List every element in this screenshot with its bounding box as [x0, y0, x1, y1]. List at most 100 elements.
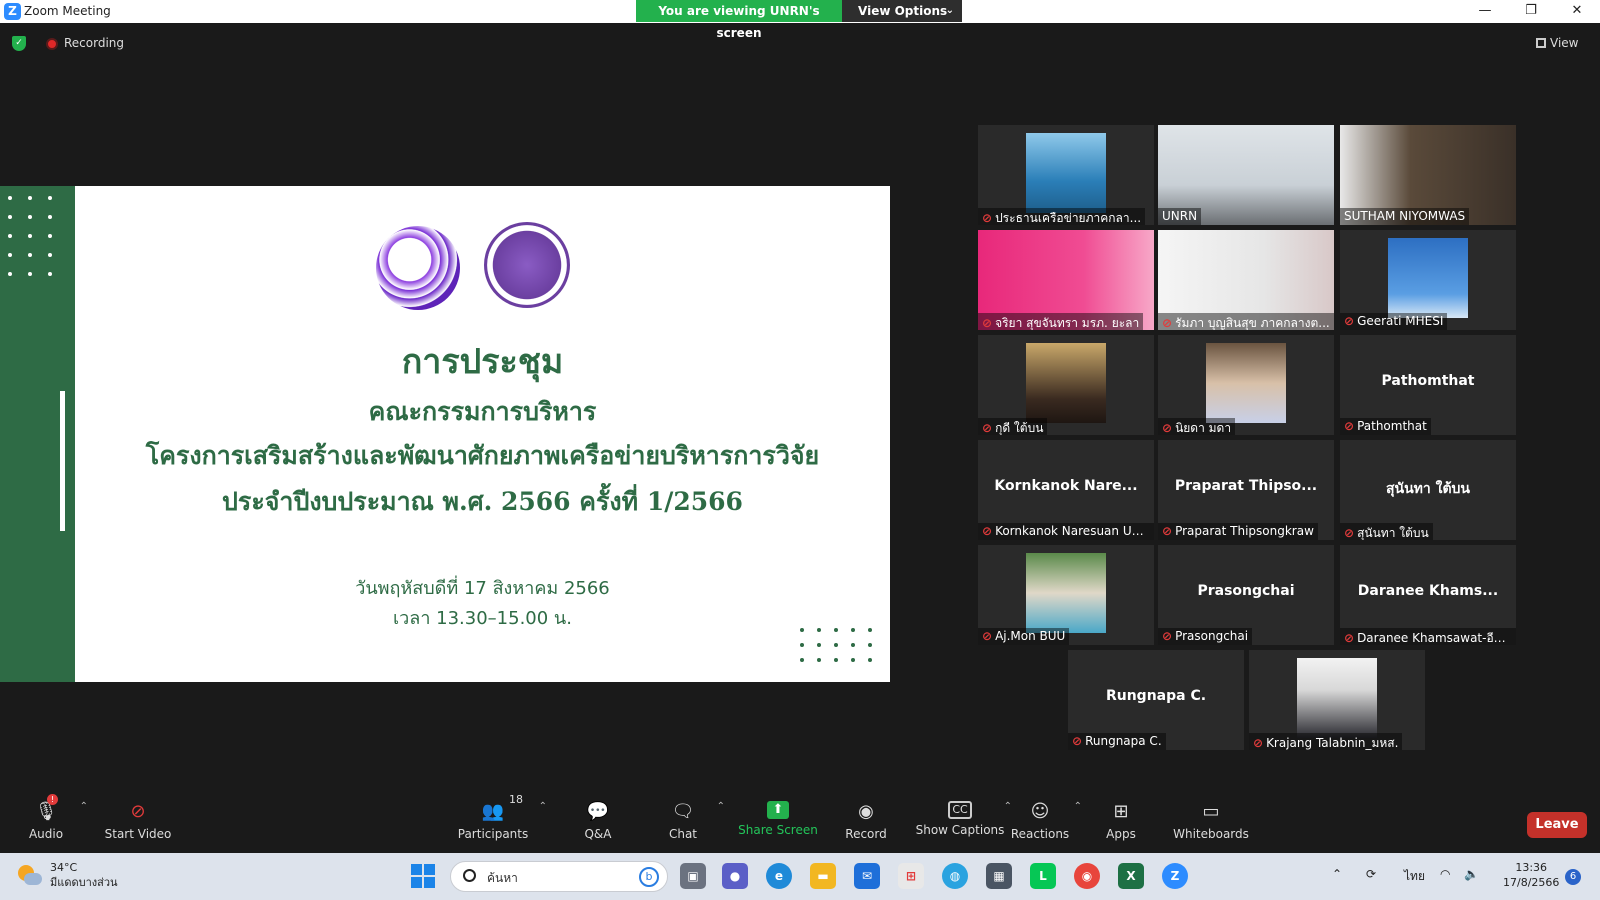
calculator-icon[interactable]: ▦	[986, 863, 1012, 889]
chevron-up-icon[interactable]: ⌃	[80, 801, 88, 812]
chat-icon: 🗨	[671, 801, 695, 822]
participant-video	[1388, 238, 1468, 318]
file-explorer-icon[interactable]: ▬	[810, 863, 836, 889]
muted-mic-icon: ⊘	[1344, 419, 1355, 433]
wifi-icon[interactable]: ◠	[1440, 867, 1450, 881]
volume-icon[interactable]: 🔈	[1464, 867, 1479, 881]
participants-button[interactable]: 👥 Participants 18 ⌃	[453, 793, 547, 841]
close-button[interactable]: ✕	[1554, 0, 1600, 23]
participant-tile[interactable]: ⊘ ประธานเครือข่ายภาคกลา...	[978, 125, 1154, 225]
participant-tile[interactable]: SUTHAM NIYOMWAS	[1340, 125, 1516, 225]
participant-tile[interactable]: ⊘ จริยา สุขจันทรา มรภ. ยะลา	[978, 230, 1154, 330]
participant-tile[interactable]: Praparat Thipso... ⊘ Praparat Thipsongkra…	[1158, 440, 1334, 540]
slide-accent-line	[60, 391, 65, 531]
participant-name: ⊘ Krajang Talabnin_มหส.	[1249, 733, 1403, 750]
muted-mic-icon: ⊘	[982, 524, 993, 538]
participant-tile[interactable]: Rungnapa C. ⊘ Rungnapa C.	[1068, 650, 1244, 750]
line-app-icon[interactable]: L	[1030, 863, 1056, 889]
view-options-label: View Options	[858, 4, 948, 18]
windows-start-icon[interactable]	[410, 863, 436, 889]
zoom-taskbar-icon[interactable]: Z	[1162, 863, 1188, 889]
microsoft-store-icon[interactable]: ⊞	[898, 863, 924, 889]
muted-mic-icon: ⊘	[1162, 421, 1173, 435]
teams-chat-icon[interactable]: ●	[722, 863, 748, 889]
view-button[interactable]: View	[1536, 36, 1578, 50]
participants-label: Participants	[457, 827, 529, 841]
window-title: Zoom Meeting	[24, 4, 111, 18]
participant-name: ⊘ จริยา สุขจันทรา มรภ. ยะลา	[978, 313, 1144, 330]
chevron-up-icon[interactable]: ⌃	[1332, 867, 1342, 881]
muted-mic-icon: ⊘	[1253, 736, 1264, 750]
apps-icon: ⊞	[1113, 801, 1129, 822]
participant-tile[interactable]: ⊘ Geerati MHESI	[1340, 230, 1516, 330]
encryption-shield-icon[interactable]: ✓	[12, 36, 26, 51]
start-video-button[interactable]: ⊘ Start Video	[98, 795, 178, 841]
taskbar-clock[interactable]: 13:36 17/8/2566	[1503, 860, 1559, 890]
view-options-button[interactable]: View Options ⌄	[842, 0, 962, 22]
participant-count: 18	[509, 793, 523, 806]
record-label: Record	[845, 827, 887, 841]
ministry-seal-logo	[484, 222, 570, 308]
leave-button[interactable]: Leave	[1527, 812, 1587, 838]
whiteboards-button[interactable]: ▭ Whiteboards	[1168, 795, 1254, 841]
windows-taskbar: 34°C มีแดดบางส่วน ค้นหา b ▣ ● e ▬ ✉ ⊞ ◍ …	[0, 853, 1600, 900]
apps-button[interactable]: ⊞ Apps	[1081, 795, 1161, 841]
chat-label: Chat	[668, 827, 698, 841]
participant-tile[interactable]: Pathomthat ⊘ Pathomthat	[1340, 335, 1516, 435]
participant-display-name: Rungnapa C.	[1105, 688, 1207, 704]
notification-badge[interactable]: 6	[1565, 869, 1581, 885]
reactions-button[interactable]: ☺ Reactions ⌃	[1000, 795, 1082, 841]
participant-display-name: Praparat Thipso...	[1174, 478, 1318, 494]
excel-icon[interactable]: X	[1118, 863, 1144, 889]
muted-mic-icon: ⊘	[982, 421, 993, 435]
participant-tile[interactable]: สุนันทา ใต้บน ⊘ สุนันทา ใต้บน	[1340, 440, 1516, 540]
internet-globe-icon[interactable]: ◍	[942, 863, 968, 889]
edge-browser-icon[interactable]: e	[766, 863, 792, 889]
qa-button[interactable]: 💬 Q&A	[558, 795, 638, 841]
participant-tile[interactable]: ⊘ นิยดา มดา	[1158, 335, 1334, 435]
show-captions-label: Show Captions	[915, 823, 1005, 837]
participant-tile[interactable]: Kornkanok Nare... ⊘ Kornkanok Naresuan Un…	[978, 440, 1154, 540]
captions-cc-icon: CC	[948, 801, 972, 819]
participant-tile[interactable]: Daranee Khams... ⊘ Daranee Khamsawat-อีส.…	[1340, 545, 1516, 645]
task-view-icon[interactable]: ▣	[680, 863, 706, 889]
chevron-up-icon[interactable]: ⌃	[717, 801, 725, 812]
sync-icon[interactable]: ⟳	[1366, 867, 1376, 881]
participant-tile[interactable]: ⊘ Krajang Talabnin_มหส.	[1249, 650, 1425, 750]
chevron-up-icon[interactable]: ⌃	[539, 801, 547, 812]
participant-tile[interactable]: UNRN	[1158, 125, 1334, 225]
input-language[interactable]: ไทย	[1404, 867, 1425, 886]
clock-time: 13:36	[1515, 861, 1548, 874]
participant-tile[interactable]: ⊘ Aj.Mon BUU	[978, 545, 1154, 645]
record-icon: ◉	[858, 801, 874, 822]
mail-icon[interactable]: ✉	[854, 863, 880, 889]
participant-video	[1026, 553, 1106, 633]
muted-mic-icon: ⊘	[1072, 734, 1083, 748]
chat-button[interactable]: 🗨 Chat ⌃	[643, 795, 725, 841]
share-screen-button[interactable]: ⬆ Share Screen	[738, 795, 818, 837]
share-banner: You are viewing UNRN's screen View Optio…	[636, 0, 962, 40]
participant-name: ⊘ รัมภา บุญสินสุข ภาคกลางต...	[1158, 313, 1334, 330]
reactions-label: Reactions	[1010, 827, 1070, 841]
audio-button[interactable]: 🎙 Audio ! ⌃	[6, 794, 88, 841]
show-captions-button[interactable]: CC Show Captions ⌃	[912, 795, 1012, 837]
microphone-icon: 🎙	[34, 801, 58, 822]
participant-tile[interactable]: Prasongchai ⊘ Prasongchai	[1158, 545, 1334, 645]
minimize-button[interactable]: —	[1462, 0, 1508, 23]
slide-subtitle: โครงการเสริมสร้างและพัฒนาศักยภาพเครือข่า…	[145, 441, 820, 470]
record-button[interactable]: ◉ Record	[826, 795, 906, 841]
meeting-toolbar: 🎙 Audio ! ⌃ ⊘ Start Video 👥 Participants…	[0, 793, 1600, 855]
participant-video	[1026, 343, 1106, 423]
participant-tile[interactable]: ⊘ รัมภา บุญสินสุข ภาคกลางต...	[1158, 230, 1334, 330]
bing-icon[interactable]: b	[639, 867, 659, 887]
recording-label: Recording	[64, 36, 125, 50]
chrome-browser-icon[interactable]: ◉	[1074, 863, 1100, 889]
participant-tile[interactable]: ⊘ กุดี ใต้บน	[978, 335, 1154, 435]
muted-mic-icon: ⊘	[982, 629, 993, 643]
maximize-button[interactable]: ❐	[1508, 0, 1554, 23]
weather-icon[interactable]	[18, 865, 42, 887]
weather-widget[interactable]: 34°C มีแดดบางส่วน	[50, 860, 118, 890]
participant-name: ⊘ Praparat Thipsongkraw	[1158, 523, 1318, 540]
taskbar-search-box[interactable]: ค้นหา b	[450, 861, 668, 892]
view-label: View	[1550, 36, 1579, 50]
